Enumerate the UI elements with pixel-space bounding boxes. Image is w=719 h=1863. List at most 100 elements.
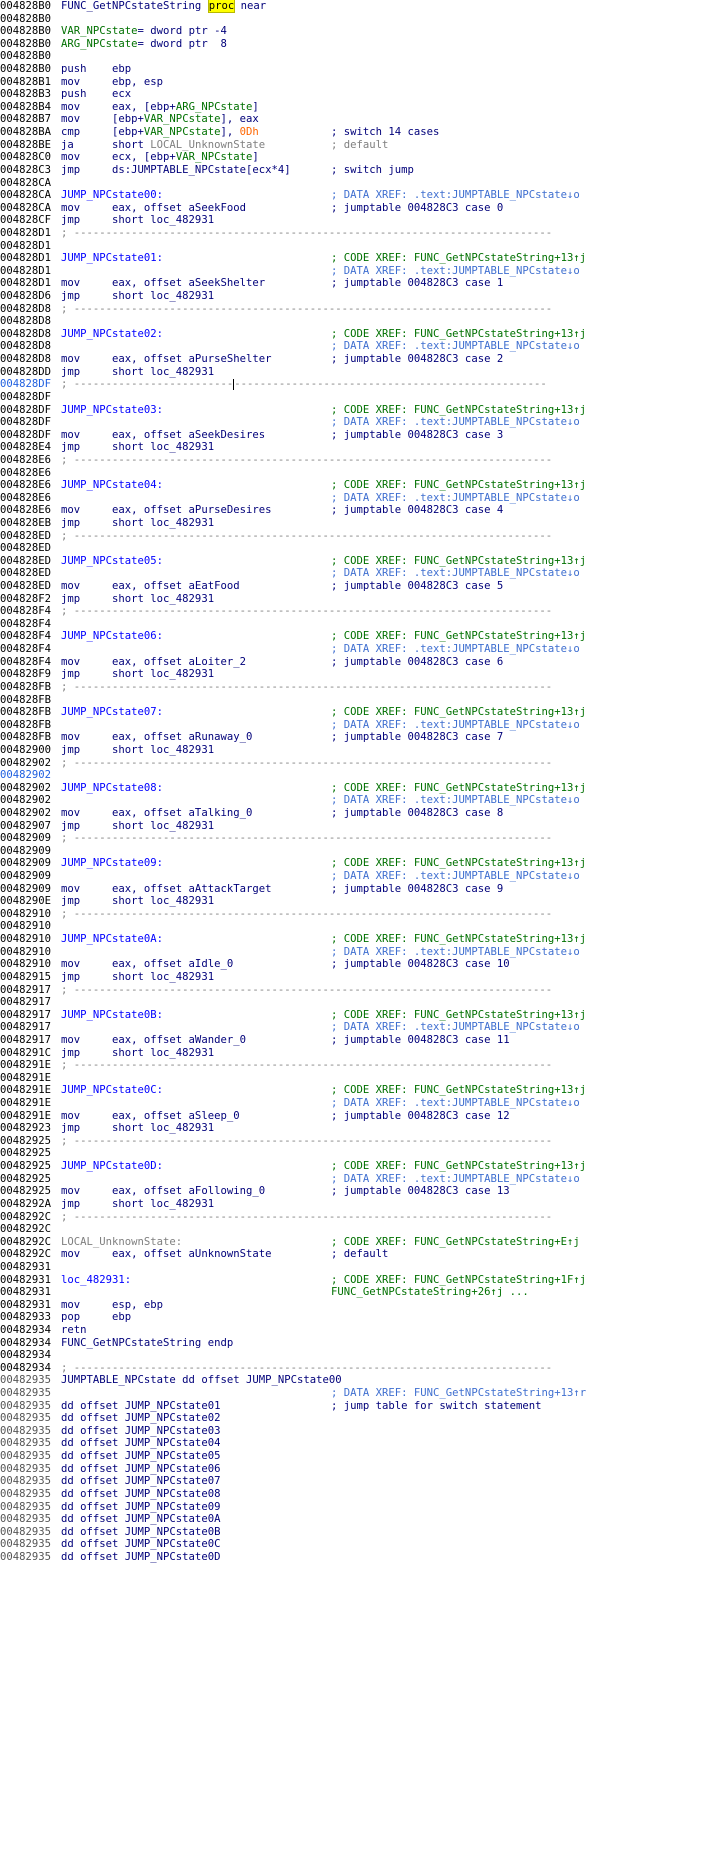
listing-line[interactable]: 004828B0 — [0, 50, 719, 63]
listing-line[interactable]: 004828D8 JUMP_NPCstate02: ; CODE XREF: FUN… — [0, 328, 719, 341]
listing-line[interactable]: 004828B3 push ecx — [0, 88, 719, 101]
token[interactable]: VAR_NPCstate — [144, 113, 221, 125]
listing-line[interactable]: 004828CA JUMP_NPCstate00: ; DATA XREF: .te… — [0, 189, 719, 202]
listing-line[interactable]: 00482931 FUNC_GetNPCstateString+26↑j ... — [0, 1286, 719, 1299]
listing-line[interactable]: 00482910 — [0, 920, 719, 933]
listing-line[interactable]: 00482931 mov esp, ebp — [0, 1299, 719, 1312]
listing-line[interactable]: 004828B0 push ebp — [0, 63, 719, 76]
listing-line[interactable]: 0048292C LOCAL_UnknownState: ; CODE XREF: … — [0, 1236, 719, 1249]
token[interactable]: JUMP_NPCstate0D: — [61, 1160, 163, 1172]
listing-line[interactable]: 00482909 ; DATA XREF: .text:JUMPTABLE_NPC… — [0, 870, 719, 883]
listing-line[interactable]: 00482935 ; DATA XREF: FUNC_GetNPCstateStr… — [0, 1387, 719, 1400]
token[interactable]: JUMP_NPCstate06: — [61, 630, 163, 642]
listing-line[interactable]: 00482935 dd offset JUMP_NPCstate05 — [0, 1450, 719, 1463]
listing-line[interactable]: 00482910 ; ------------------------------… — [0, 908, 719, 921]
listing-line[interactable]: 00482917 mov eax, offset aWander_0 ; jumpt… — [0, 1034, 719, 1047]
listing-line[interactable]: 004828C3 jmp ds:JUMPTABLE_NPCstate[ecx*4]… — [0, 164, 719, 177]
listing-line[interactable]: 004828F4 mov eax, offset aLoiter_2 ; jumpt… — [0, 656, 719, 669]
listing-line[interactable]: 00482934 ; ------------------------------… — [0, 1362, 719, 1375]
listing-line[interactable]: 0048290E jmp short loc_482931 — [0, 895, 719, 908]
listing-line[interactable]: 004828B0 — [0, 13, 719, 26]
listing-line[interactable]: 004828F9 jmp short loc_482931 — [0, 668, 719, 681]
listing-line[interactable]: 004828F4 JUMP_NPCstate06: ; CODE XREF: FUN… — [0, 630, 719, 643]
listing-line[interactable]: 004828E6 JUMP_NPCstate04: ; CODE XREF: FUN… — [0, 479, 719, 492]
listing-line[interactable]: 00482910 JUMP_NPCstate0A: ; CODE XREF: FUN… — [0, 933, 719, 946]
listing-line[interactable]: 00482925 — [0, 1147, 719, 1160]
token[interactable]: VAR_NPCstate — [176, 151, 253, 163]
token[interactable]: ARG_NPCstate — [176, 101, 253, 113]
listing-line[interactable]: 004828C0 mov ecx, [ebp+VAR_NPCstate] — [0, 151, 719, 164]
listing-line[interactable]: 00482935 dd offset JUMP_NPCstate01 ; jump … — [0, 1400, 719, 1413]
token[interactable]: loc_482931: — [61, 1274, 131, 1286]
listing-line[interactable]: 00482907 jmp short loc_482931 — [0, 820, 719, 833]
listing-line[interactable]: 004828DF JUMP_NPCstate03: ; CODE XREF: FUN… — [0, 404, 719, 417]
listing-line[interactable]: 00482933 pop ebp — [0, 1311, 719, 1324]
listing-line[interactable]: 004828DF ; DATA XREF: .text:JUMPTABLE_NPC… — [0, 416, 719, 429]
listing-line[interactable]: 00482935 dd offset JUMP_NPCstate0C — [0, 1538, 719, 1551]
listing-line[interactable]: 00482902 mov eax, offset aTalking_0 ; jump… — [0, 807, 719, 820]
listing-line[interactable]: 00482935 dd offset JUMP_NPCstate02 — [0, 1412, 719, 1425]
listing-line[interactable]: 0048291E mov eax, offset aSleep_0 ; jumpta… — [0, 1110, 719, 1123]
listing-line[interactable]: 00482931 loc_482931: ; CODE XREF: FUNC_Get… — [0, 1274, 719, 1287]
listing-line[interactable]: 00482909 — [0, 845, 719, 858]
token[interactable]: JUMP_NPCstate02: — [61, 328, 163, 340]
listing-line[interactable]: 0048292C — [0, 1223, 719, 1236]
token[interactable]: JUMP_NPCstate08: — [61, 782, 163, 794]
listing-line[interactable]: 004828F4 — [0, 618, 719, 631]
listing-line[interactable]: 004828D1 — [0, 240, 719, 253]
listing-line[interactable]: 00482934 FUNC_GetNPCstateString endp — [0, 1337, 719, 1350]
listing-line[interactable]: 004828DF mov eax, offset aSeekDesires ; ju… — [0, 429, 719, 442]
listing-line[interactable]: 00482925 mov eax, offset aFollowing_0 ; ju… — [0, 1185, 719, 1198]
listing-line[interactable]: 00482935 dd offset JUMP_NPCstate0A — [0, 1513, 719, 1526]
listing-line[interactable]: 00482900 jmp short loc_482931 — [0, 744, 719, 757]
token[interactable]: JUMP_NPCstate01: — [61, 252, 163, 264]
listing-line[interactable]: 00482935 dd offset JUMP_NPCstate03 — [0, 1425, 719, 1438]
listing-line[interactable]: 004828CA — [0, 177, 719, 190]
listing-line[interactable]: 00482935 dd offset JUMP_NPCstate04 — [0, 1437, 719, 1450]
listing-line[interactable]: 00482902 ; DATA XREF: .text:JUMPTABLE_NPC… — [0, 794, 719, 807]
token[interactable]: JUMP_NPCstate0B: — [61, 1009, 163, 1021]
listing-line[interactable]: 00482925 JUMP_NPCstate0D: ; CODE XREF: FUN… — [0, 1160, 719, 1173]
listing-line[interactable]: 004828EB jmp short loc_482931 — [0, 517, 719, 530]
listing-line[interactable]: 00482902 JUMP_NPCstate08: ; CODE XREF: FUN… — [0, 782, 719, 795]
listing-line[interactable]: 00482935 dd offset JUMP_NPCstate0D — [0, 1551, 719, 1564]
listing-line[interactable]: 00482935 dd offset JUMP_NPCstate09 — [0, 1501, 719, 1514]
listing-line[interactable]: 004828FB ; ------------------------------… — [0, 681, 719, 694]
listing-line[interactable]: 004828D6 jmp short loc_482931 — [0, 290, 719, 303]
listing-line[interactable]: 00482917 ; DATA XREF: .text:JUMPTABLE_NPC… — [0, 1021, 719, 1034]
listing-line[interactable]: 004828D8 mov eax, offset aPurseShelter ; j… — [0, 353, 719, 366]
listing-line[interactable]: 004828FB JUMP_NPCstate07: ; CODE XREF: FUN… — [0, 706, 719, 719]
listing-line[interactable]: 004828F2 jmp short loc_482931 — [0, 593, 719, 606]
listing-line[interactable]: 00482925 ; DATA XREF: .text:JUMPTABLE_NPC… — [0, 1173, 719, 1186]
listing-line[interactable]: 00482935 dd offset JUMP_NPCstate08 — [0, 1488, 719, 1501]
token[interactable]: JUMP_NPCstate00: — [61, 189, 163, 201]
listing-line[interactable]: 00482909 ; ------------------------------… — [0, 832, 719, 845]
listing-line[interactable]: 00482931 — [0, 1261, 719, 1274]
listing-line[interactable]: 004828E6 mov eax, offset aPurseDesires ; j… — [0, 504, 719, 517]
listing-line[interactable]: 004828B7 mov [ebp+VAR_NPCstate], eax — [0, 113, 719, 126]
listing-line[interactable]: 004828E6 ; ------------------------------… — [0, 454, 719, 467]
listing-line[interactable]: 00482909 mov eax, offset aAttackTarget ; j… — [0, 883, 719, 896]
listing-line[interactable]: 004828D1 ; ------------------------------… — [0, 227, 719, 240]
listing-line[interactable]: 0048291E ; ------------------------------… — [0, 1059, 719, 1072]
listing-line[interactable]: 00482925 ; ------------------------------… — [0, 1135, 719, 1148]
token[interactable]: JUMP_NPCstate0C: — [61, 1084, 163, 1096]
listing-line[interactable]: 00482923 jmp short loc_482931 — [0, 1122, 719, 1135]
listing-line[interactable]: 0048291C jmp short loc_482931 — [0, 1047, 719, 1060]
listing-line[interactable]: 004828D1 mov eax, offset aSeekShelter ; ju… — [0, 277, 719, 290]
listing-line[interactable]: 004828F4 ; ------------------------------… — [0, 605, 719, 618]
listing-line[interactable]: 0048291E — [0, 1072, 719, 1085]
listing-line[interactable]: 004828DD jmp short loc_482931 — [0, 366, 719, 379]
listing-line[interactable]: 00482934 retn — [0, 1324, 719, 1337]
listing-line[interactable]: 004828B1 mov ebp, esp — [0, 76, 719, 89]
listing-line[interactable]: 004828D8 ; ------------------------------… — [0, 303, 719, 316]
listing-line[interactable]: 00482917 JUMP_NPCstate0B: ; CODE XREF: FUN… — [0, 1009, 719, 1022]
listing-line[interactable]: 0048292C ; ------------------------------… — [0, 1211, 719, 1224]
listing-line[interactable]: 004828B0 FUNC_GetNPCstateString proc near — [0, 0, 719, 13]
listing-line[interactable]: 00482917 — [0, 996, 719, 1009]
listing-line[interactable]: 00482935 dd offset JUMP_NPCstate06 — [0, 1463, 719, 1476]
listing-line[interactable]: 0048292A jmp short loc_482931 — [0, 1198, 719, 1211]
listing-line[interactable]: 00482917 ; ------------------------------… — [0, 984, 719, 997]
listing-line[interactable]: 00482915 jmp short loc_482931 — [0, 971, 719, 984]
listing-line[interactable]: 004828ED mov eax, offset aEatFood ; jumpta… — [0, 580, 719, 593]
